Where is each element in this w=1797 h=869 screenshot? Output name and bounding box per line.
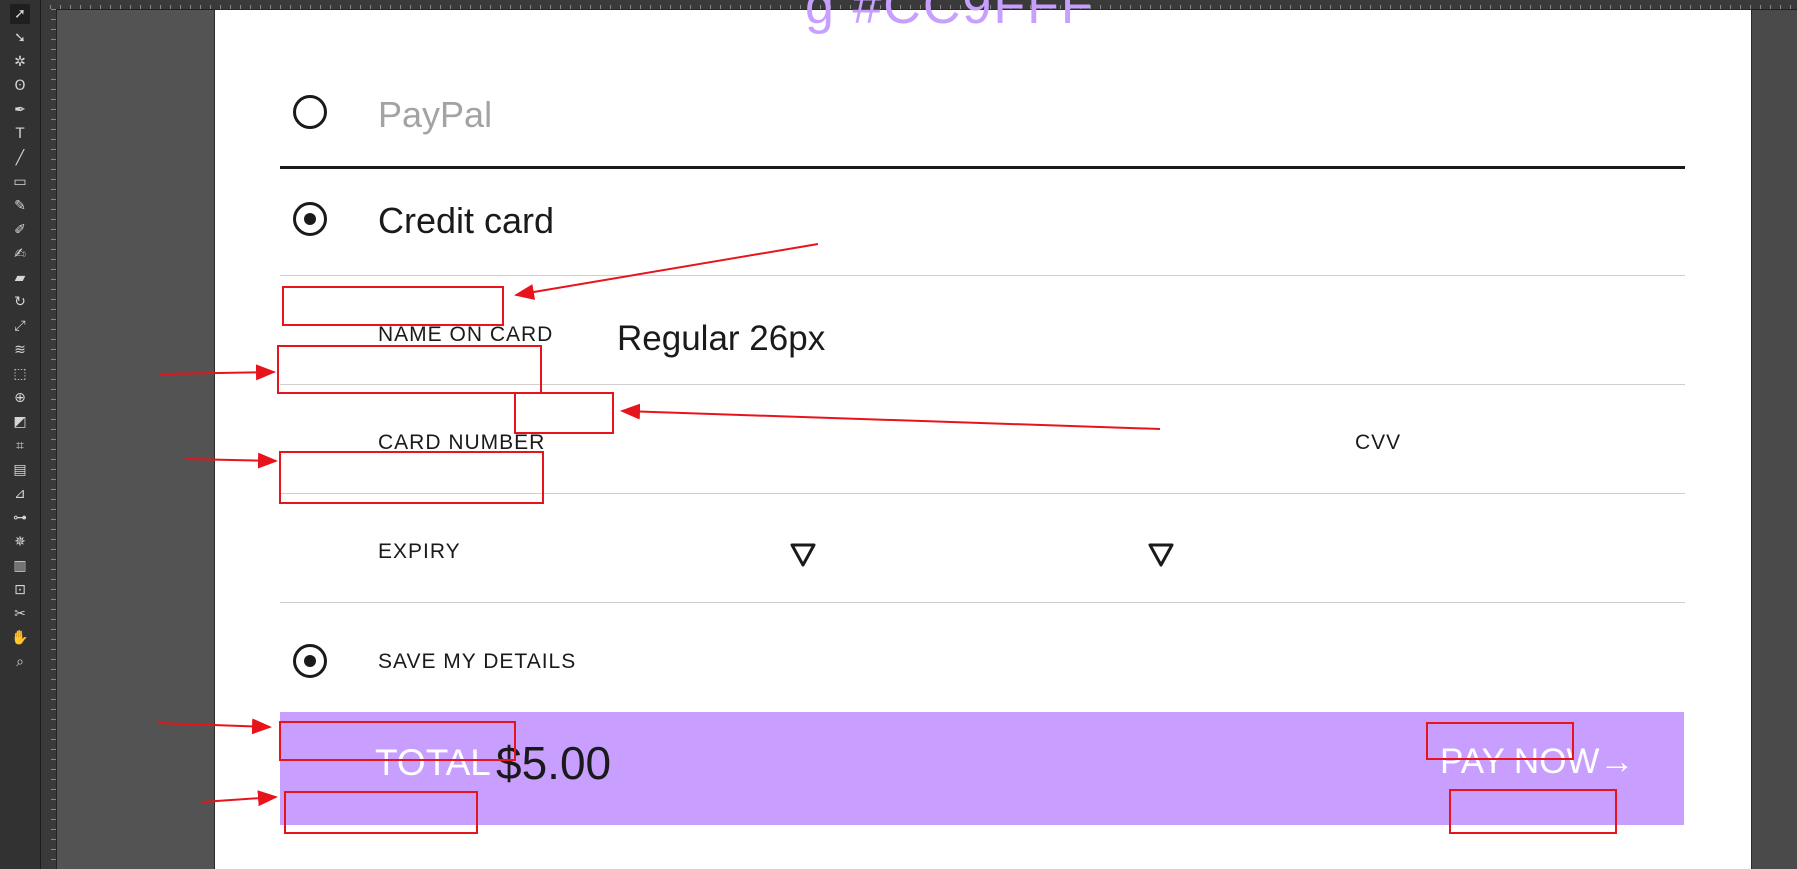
column-graph-tool-icon[interactable]: ▥	[10, 556, 30, 576]
annotation-arrow	[159, 364, 276, 381]
eyedropper-tool-icon[interactable]: ⊿	[10, 484, 30, 504]
artboard-tool-icon[interactable]: ⊡	[10, 580, 30, 600]
free-transform-tool-icon[interactable]: ⬚	[10, 364, 30, 384]
zoom-tool-icon[interactable]: ⌕	[10, 652, 30, 672]
type-tool-icon[interactable]: T	[10, 124, 30, 144]
direct-selection-tool-icon[interactable]: ➘	[10, 28, 30, 48]
hand-tool-icon[interactable]: ✋	[10, 628, 30, 648]
rectangle-tool-icon[interactable]: ▭	[10, 172, 30, 192]
annotation-arrows	[156, 243, 1161, 807]
width-tool-icon[interactable]: ≋	[10, 340, 30, 360]
annotation-arrow	[514, 243, 819, 300]
pencil-tool-icon[interactable]: ✐	[10, 220, 30, 240]
slice-tool-icon[interactable]: ✂	[10, 604, 30, 624]
shaper-tool-icon[interactable]: ✍	[10, 244, 30, 264]
rotate-tool-icon[interactable]: ↻	[10, 292, 30, 312]
blend-tool-icon[interactable]: ⊶	[10, 508, 30, 528]
annotation-arrow	[156, 718, 272, 735]
scale-tool-icon[interactable]: ⤢	[10, 316, 30, 336]
annotation-arrow	[201, 790, 278, 807]
tools-panel: ➚ ➘ ✲ ʘ ✒ T ╱ ▭ ✎ ✐ ✍ ▰ ↻ ⤢ ≋ ⬚ ⊕ ◩ ⌗ ▤ ⊿ ⊶ ✵ ▥ ⊡ ✂ ✋ ⌕	[0, 0, 41, 869]
annotation-arrow	[185, 452, 278, 469]
mesh-tool-icon[interactable]: ⌗	[10, 436, 30, 456]
lasso-tool-icon[interactable]: ʘ	[10, 76, 30, 96]
perspective-grid-tool-icon[interactable]: ◩	[10, 412, 30, 432]
magic-wand-tool-icon[interactable]: ✲	[10, 52, 30, 72]
selection-tool-icon[interactable]: ➚	[10, 4, 30, 24]
symbol-sprayer-tool-icon[interactable]: ✵	[10, 532, 30, 552]
paintbrush-tool-icon[interactable]: ✎	[10, 196, 30, 216]
annotation-arrow	[620, 403, 1161, 430]
line-tool-icon[interactable]: ╱	[10, 148, 30, 168]
eraser-tool-icon[interactable]: ▰	[10, 268, 30, 288]
shape-builder-tool-icon[interactable]: ⊕	[10, 388, 30, 408]
gradient-tool-icon[interactable]: ▤	[10, 460, 30, 480]
pen-tool-icon[interactable]: ✒	[10, 100, 30, 120]
